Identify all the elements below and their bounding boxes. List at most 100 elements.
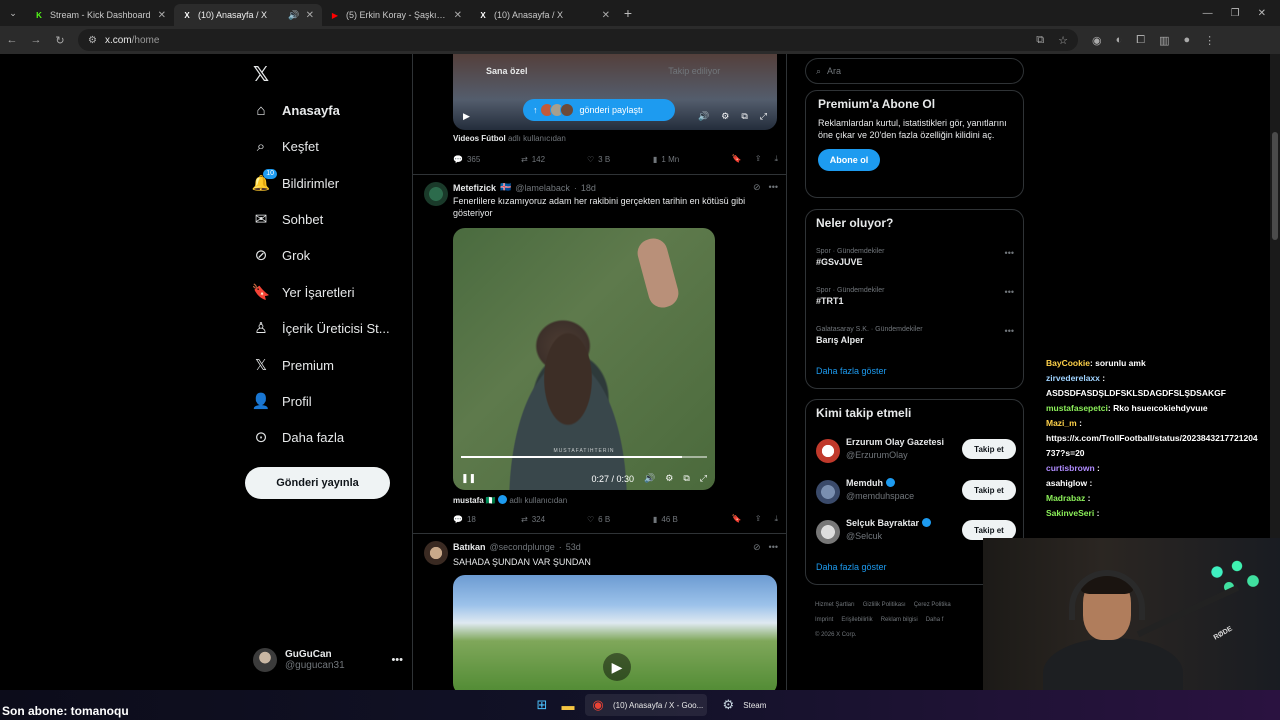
video-player[interactable]: MUSTAFATIHTERIN ❚❚ 0:27 / 0:30 🔊 ⚙ ⧉ ⤢ — [453, 228, 715, 490]
author-name[interactable]: Batıkan — [453, 542, 486, 552]
who-to-follow-show-more[interactable]: Daha fazla göster — [816, 562, 887, 572]
trend-item[interactable]: Spor · Gündemdekiler #GSvJUVE ••• — [816, 248, 1014, 267]
file-explorer-icon[interactable]: ▬ — [559, 696, 577, 714]
menu-dots-icon[interactable]: ⋮ — [1204, 34, 1215, 47]
settings-icon[interactable]: ⚙ — [665, 473, 673, 484]
grok-icon[interactable]: ⊘ — [753, 182, 761, 193]
views-button[interactable]: ▮ 1 Mn — [653, 155, 679, 164]
pause-icon[interactable]: ❚❚ — [461, 473, 476, 484]
forward-icon[interactable]: → — [24, 34, 48, 46]
fullscreen-icon[interactable]: ⤢ — [700, 473, 707, 484]
close-window-icon[interactable]: ✕ — [1258, 8, 1266, 19]
new-tab-button[interactable]: + — [618, 5, 638, 21]
avatar[interactable] — [816, 439, 840, 463]
nav-item-grok[interactable]: ⊘ Grok — [253, 243, 310, 267]
extension-icon[interactable]: ◐ — [1116, 34, 1123, 47]
follow-suggestion[interactable]: Memduh @memduhspace Takip et — [816, 476, 1016, 506]
trend-item[interactable]: Galatasaray S.K. · Gündemdekiler Barış Al… — [816, 326, 1014, 345]
avatar[interactable] — [424, 182, 448, 206]
tab-for-you[interactable]: Sana özel — [413, 54, 601, 88]
follow-button[interactable]: Takip et — [962, 520, 1016, 540]
pip-icon[interactable]: ⧉ — [683, 473, 689, 484]
avatar[interactable] — [816, 520, 840, 544]
video-progress[interactable] — [461, 456, 707, 458]
browser-tab[interactable]: K Stream - Kick Dashboard ✕ — [26, 4, 174, 26]
volume-icon[interactable]: 🔊 — [644, 473, 655, 484]
close-tab-icon[interactable]: ✕ — [158, 10, 166, 21]
account-switcher[interactable]: GuGuCan @gugucan31 ••• — [253, 648, 403, 672]
play-icon[interactable]: ▶ — [603, 653, 631, 681]
author-handle[interactable]: @secondplunge — [490, 542, 555, 552]
more-dots-icon[interactable]: ••• — [1005, 287, 1014, 297]
trends-show-more[interactable]: Daha fazla göster — [816, 366, 887, 376]
trend-item[interactable]: Spor · Gündemdekiler #TRT1 ••• — [816, 287, 1014, 306]
footer-link[interactable]: Erişilebilirlik — [841, 617, 872, 623]
subscribe-button[interactable]: Abone ol — [818, 149, 880, 171]
video-player[interactable]: ▶ — [453, 575, 777, 690]
follow-button[interactable]: Takip et — [962, 480, 1016, 500]
share-icon[interactable]: ⇪ — [755, 154, 762, 164]
nav-item-mail[interactable]: ✉ Sohbet — [253, 207, 324, 231]
nav-item-person[interactable]: 👤 Profil — [252, 389, 312, 413]
scrollbar-thumb[interactable] — [1272, 132, 1278, 240]
nav-item-search[interactable]: ⌕ Keşfet — [253, 134, 319, 158]
maximize-icon[interactable]: ❐ — [1231, 8, 1240, 19]
views-button[interactable]: ▮ 46 B — [653, 515, 678, 524]
follow-suggestion[interactable]: Erzurum Olay Gazetesi @ErzurumOlay Takip e… — [816, 435, 1016, 465]
more-dots-icon[interactable]: ••• — [1005, 326, 1014, 336]
sidebar-icon[interactable]: ▥ — [1159, 34, 1169, 47]
nav-item-more-circle[interactable]: ⊙ Daha fazla — [253, 425, 344, 449]
reply-button[interactable]: 💬 365 — [453, 155, 521, 164]
more-dots-icon[interactable]: ••• — [1005, 248, 1014, 258]
tab-following[interactable]: Takip ediliyor — [601, 54, 787, 88]
tab-audio-icon[interactable]: 🔊 — [288, 10, 299, 21]
footer-link[interactable]: Imprint — [815, 617, 833, 623]
footer-link[interactable]: Reklam bilgisi — [881, 617, 918, 623]
post-time[interactable]: 53d — [566, 542, 581, 552]
reload-icon[interactable]: ↻ — [48, 34, 72, 47]
nav-item-creator[interactable]: ♙ İçerik Üreticisi St... — [253, 316, 389, 340]
site-info-icon[interactable]: ⚙ — [88, 35, 97, 46]
nav-item-x-premium[interactable]: 𝕏 Premium — [253, 353, 334, 377]
footer-link[interactable]: Çerez Politika — [914, 602, 951, 608]
puzzle-icon[interactable]: ⧠ — [1136, 34, 1145, 47]
bookmark-icon[interactable]: 🔖 — [732, 154, 742, 164]
like-button[interactable]: ♡ 3 B — [587, 155, 653, 164]
browser-tab[interactable]: ▶ (5) Erkin Koray - Şaşkın - YouTube ✕ — [322, 4, 470, 26]
nav-item-bookmark[interactable]: 🔖 Yer İşaretleri — [252, 280, 355, 304]
browser-tab[interactable]: X (10) Anasayfa / X 🔊 ✕ — [174, 4, 322, 26]
more-dots-icon[interactable]: ••• — [769, 542, 778, 553]
more-dots-icon[interactable]: ••• — [769, 182, 778, 193]
download-icon[interactable]: ⤓ — [774, 514, 778, 524]
extension-icon[interactable]: ◉ — [1092, 34, 1102, 47]
repost-button[interactable]: ⇄ 324 — [521, 515, 587, 524]
new-posts-pill[interactable]: ↑ gönderi paylaştı — [523, 99, 675, 121]
taskbar-chrome[interactable]: ◉ (10) Anasayfa / X - Goo... — [585, 694, 708, 716]
install-app-icon[interactable]: ⧉ — [1036, 34, 1044, 47]
search-input[interactable]: ⌕ Ara — [805, 58, 1024, 84]
nav-item-bell[interactable]: 🔔 10 Bildirimler — [252, 169, 339, 195]
like-button[interactable]: ♡ 6 B — [587, 515, 653, 524]
nav-item-home[interactable]: ⌂ Anasayfa — [253, 98, 339, 122]
source-name[interactable]: Videos Fútbol — [453, 134, 506, 143]
author-name[interactable]: Metefizick — [453, 183, 496, 193]
back-icon[interactable]: ← — [0, 34, 24, 46]
source-name[interactable]: mustafa — [453, 496, 484, 505]
tab-search-chevron-icon[interactable]: ⌄ — [0, 0, 26, 26]
footer-link[interactable]: Daha f — [926, 617, 944, 623]
bookmark-star-icon[interactable]: ☆ — [1058, 34, 1068, 47]
follow-button[interactable]: Takip et — [962, 439, 1016, 459]
more-dots-icon[interactable]: ••• — [391, 654, 403, 666]
post-time[interactable]: 18d — [581, 183, 596, 193]
bookmark-icon[interactable]: 🔖 — [732, 514, 742, 524]
fullscreen-icon[interactable]: ⤢ — [760, 111, 767, 122]
profile-avatar-icon[interactable]: ● — [1183, 34, 1190, 47]
play-icon[interactable]: ▶ — [463, 111, 470, 122]
close-tab-icon[interactable]: ✕ — [306, 10, 314, 21]
close-tab-icon[interactable]: ✕ — [602, 10, 610, 21]
browser-tab[interactable]: X (10) Anasayfa / X ✕ — [470, 4, 618, 26]
footer-link[interactable]: Gizlilik Politikası — [863, 602, 906, 608]
settings-icon[interactable]: ⚙ — [721, 111, 729, 122]
minimize-icon[interactable]: — — [1203, 8, 1213, 19]
reply-button[interactable]: 💬 18 — [453, 515, 521, 524]
